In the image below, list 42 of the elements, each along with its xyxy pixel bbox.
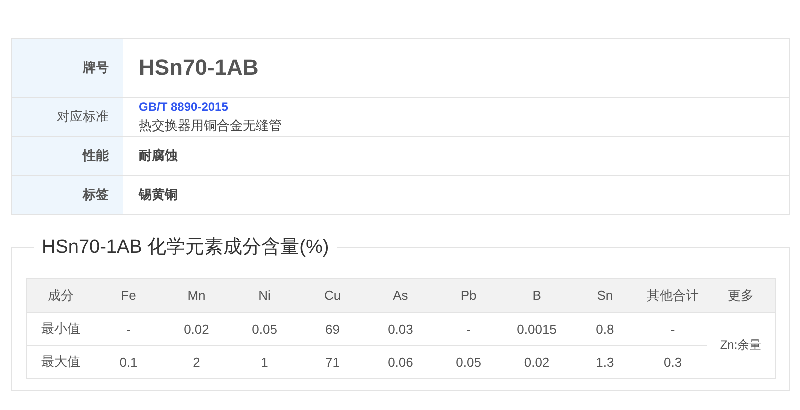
section-title: HSn70-1AB 化学元素成分含量(%)	[34, 234, 338, 260]
column-header: Sn	[571, 278, 640, 312]
table-cell: 0.02	[502, 346, 572, 378]
value-text: 耐腐蚀	[139, 147, 178, 165]
column-header: As	[366, 278, 435, 312]
table-cell: 0.8	[571, 312, 640, 346]
row-label: 标签	[12, 176, 123, 214]
table-cell: 71	[298, 346, 367, 378]
column-header: Fe	[94, 278, 163, 312]
column-header: Pb	[434, 278, 503, 312]
table-cell: 69	[298, 312, 367, 346]
table-cell: 0.0015	[502, 312, 572, 346]
table-cell: 0.02	[162, 312, 231, 346]
grade-name: HSn70-1AB	[139, 55, 259, 81]
table-cell: 1.3	[571, 346, 640, 378]
column-header: Cu	[298, 278, 367, 312]
table-cell: 0.03	[366, 312, 435, 346]
table-cell: 0.3	[639, 346, 708, 378]
column-header: 更多	[707, 278, 776, 312]
table-cell: 0.05	[230, 312, 299, 346]
row-label: 牌号	[12, 39, 123, 97]
standard-name: 热交换器用铜合金无缝管	[139, 116, 282, 134]
table-cell: 1	[230, 346, 299, 378]
row-label: 对应标准	[12, 98, 123, 136]
table-cell: 0.05	[434, 346, 503, 378]
column-header: Mn	[162, 278, 231, 312]
table-cell: 2	[162, 346, 231, 378]
table-cell: Zn:余量	[707, 312, 776, 378]
column-header: 成分	[26, 278, 95, 312]
table-cell: 0.06	[366, 346, 435, 378]
table-cell: -	[434, 312, 503, 346]
table-cell: 最小值	[26, 312, 95, 346]
standard-link[interactable]: GB/T 8890-2015	[139, 100, 228, 114]
column-header: B	[502, 278, 572, 312]
table-cell: -	[94, 312, 163, 346]
table-cell: 最大值	[26, 346, 95, 378]
row-label: 性能	[12, 137, 123, 175]
value-text: 锡黄铜	[139, 186, 178, 204]
table-cell: 0.1	[94, 346, 163, 378]
table-cell: -	[639, 312, 708, 346]
column-header: 其他合计	[639, 278, 708, 312]
column-header: Ni	[230, 278, 299, 312]
